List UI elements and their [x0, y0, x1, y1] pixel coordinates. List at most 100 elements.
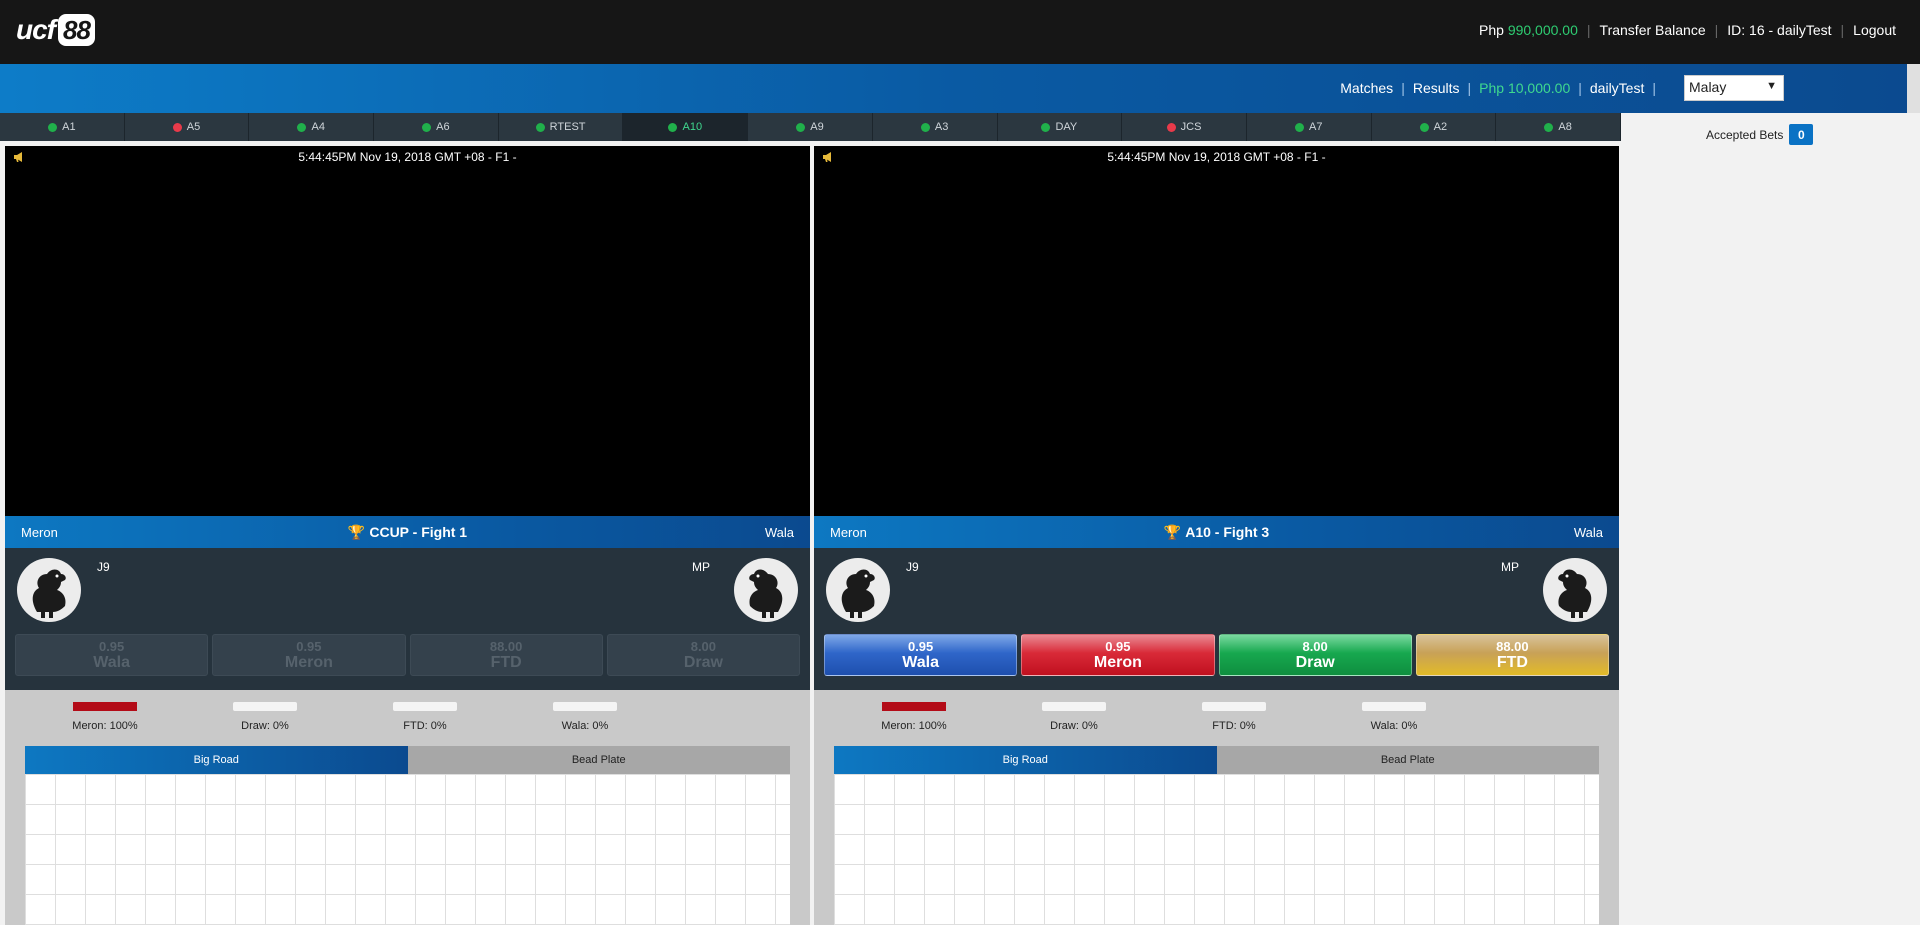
fighters-area: J9 MP 0.95 Wala 0.95 Meron 8.00 Draw 88.00 FTD — [814, 548, 1619, 690]
accepted-bets-count[interactable]: 0 — [1789, 124, 1814, 145]
stat-item: FTD: 0% — [1159, 702, 1309, 732]
meron-fighter-name: J9 — [906, 560, 919, 574]
fight-header: Meron 🏆 CCUP - Fight 1 Wala — [5, 516, 810, 548]
language-value: Malay — [1689, 79, 1727, 95]
balance-amount: 990,000.00 — [1507, 22, 1578, 38]
divider: | — [1578, 80, 1582, 96]
transfer-balance-link[interactable]: Transfer Balance — [1600, 22, 1706, 38]
fight-panel: 5:44:45PM Nov 19, 2018 GMT +08 - F1 - Me… — [5, 146, 810, 925]
bet-odds: 0.95 — [907, 638, 934, 654]
arena-tab-a3[interactable]: A3 — [873, 113, 998, 141]
bet-odds: 0.95 — [296, 638, 322, 654]
bet-draw-button[interactable]: 8.00 Draw — [606, 634, 800, 676]
arena-tab-day[interactable]: DAY — [998, 113, 1123, 141]
bet-odds: 0.95 — [98, 638, 125, 654]
credit-balance: Php 10,000.00 — [1479, 80, 1571, 96]
logo-number: 88 — [58, 14, 95, 46]
matches-link[interactable]: Matches — [1340, 80, 1393, 96]
rooster-avatar-icon — [17, 558, 81, 622]
fight-title-text: CCUP - Fight 1 — [369, 524, 468, 540]
fight-header: Meron 🏆 A10 - Fight 3 Wala — [814, 516, 1619, 548]
fight-title: 🏆 CCUP - Fight 1 — [5, 524, 810, 541]
logo-text: ucf — [16, 14, 56, 45]
page-scrollbar[interactable] — [1907, 64, 1920, 113]
arena-tab-jcs[interactable]: JCS — [1122, 113, 1247, 141]
tab-big-road[interactable]: Big Road — [25, 746, 408, 774]
wala-fighter-name: MP — [692, 560, 710, 574]
divider: | — [1467, 80, 1472, 96]
bet-label: Draw — [683, 653, 723, 671]
arena-tab-label: RTEST — [549, 121, 586, 133]
tab-bead-plate[interactable]: Bead Plate — [407, 746, 790, 774]
brand-logo[interactable]: ucf 88 — [16, 12, 95, 48]
arena-tab-a8[interactable]: A8 — [1496, 113, 1621, 141]
stat-item: FTD: 0% — [350, 702, 500, 732]
bet-meron-button[interactable]: 0.95 Meron — [212, 634, 406, 676]
bet-ftd-button[interactable]: 88.00 FTD — [1415, 634, 1609, 676]
results-link[interactable]: Results — [1413, 80, 1460, 96]
logout-link[interactable]: Logout — [1853, 22, 1896, 38]
bet-meron-button[interactable]: 0.95 Meron — [1021, 634, 1215, 676]
stat-label: Wala: 0% — [561, 720, 609, 732]
arena-tab-label: A1 — [62, 121, 76, 133]
tab-big-road[interactable]: Big Road — [834, 746, 1217, 774]
bet-odds: 0.95 — [1105, 638, 1131, 654]
arena-tab-a5[interactable]: A5 — [125, 113, 250, 141]
stream-timestamp: 5:44:45PM Nov 19, 2018 GMT +08 - F1 - — [1107, 150, 1326, 164]
arena-tab-a10[interactable]: A10 — [623, 113, 749, 141]
stat-bar — [233, 702, 297, 711]
user-id: ID: 16 - dailyTest — [1727, 22, 1832, 38]
rooster-avatar-icon — [1543, 558, 1607, 622]
arena-tab-a9[interactable]: A9 — [748, 113, 873, 141]
arena-tab-a1[interactable]: A1 — [0, 113, 125, 141]
divider: | — [1840, 22, 1845, 38]
divider: | — [1586, 22, 1591, 38]
stats-area: Meron: 100% Draw: 0% FTD: 0% Wala: 0% Big R… — [5, 690, 810, 925]
arena-tab-a6[interactable]: A6 — [374, 113, 499, 141]
status-dot-icon — [48, 122, 58, 132]
arena-tab-a2[interactable]: A2 — [1372, 113, 1497, 141]
video-stream[interactable]: 5:44:45PM Nov 19, 2018 GMT +08 - F1 - — [814, 146, 1619, 516]
fight-panel: 5:44:45PM Nov 19, 2018 GMT +08 - F1 - Me… — [814, 146, 1619, 925]
fighters-area: J9 MP 0.95 Wala 0.95 Meron 88.00 FTD 8.00 Draw — [5, 548, 810, 690]
stat-bar — [1362, 702, 1426, 711]
bet-odds: 88.00 — [1496, 638, 1529, 654]
top-bar: ucf 88 Php 990,000.00 | Transfer Balance … — [0, 0, 1920, 64]
balance-currency: Php — [1479, 22, 1504, 38]
tab-bead-plate[interactable]: Bead Plate — [1216, 746, 1599, 774]
status-dot-icon — [796, 122, 806, 132]
stat-bar — [1042, 702, 1106, 711]
username[interactable]: dailyTest — [1590, 80, 1644, 96]
bet-ftd-button[interactable]: 88.00 FTD — [409, 634, 603, 676]
stat-item: Wala: 0% — [1319, 702, 1469, 732]
road-tabs: Big Road Bead Plate — [25, 746, 790, 774]
trophy-icon: 🏆 — [1163, 524, 1182, 540]
arena-tab-label: A7 — [1308, 121, 1323, 133]
video-stream[interactable]: 5:44:45PM Nov 19, 2018 GMT +08 - F1 - — [5, 146, 810, 516]
status-dot-icon — [172, 122, 182, 132]
status-dot-icon — [422, 122, 432, 132]
stat-label: Meron: 100% — [881, 720, 947, 732]
stat-bar — [393, 702, 457, 711]
arena-tab-rtest[interactable]: RTEST — [499, 113, 624, 141]
stat-item: Draw: 0% — [190, 702, 340, 732]
stream-timestamp: 5:44:45PM Nov 19, 2018 GMT +08 - F1 - — [298, 150, 517, 164]
bet-odds: 8.00 — [690, 638, 717, 654]
language-select[interactable]: Malay ▼ — [1684, 75, 1784, 101]
status-dot-icon — [1166, 122, 1176, 132]
bet-wala-button[interactable]: 0.95 Wala — [15, 634, 209, 676]
arena-tab-label: A8 — [1558, 121, 1572, 133]
bet-draw-button[interactable]: 8.00 Draw — [1218, 634, 1412, 676]
bet-label: Draw — [1295, 653, 1335, 671]
bet-wala-button[interactable]: 0.95 Wala — [824, 634, 1018, 676]
status-dot-icon — [1041, 122, 1051, 132]
bet-buttons: 0.95 Wala 0.95 Meron 88.00 FTD 8.00 Draw — [15, 634, 800, 676]
bet-label: FTD — [1496, 653, 1528, 671]
stat-bar — [882, 702, 946, 711]
arena-tab-a7[interactable]: A7 — [1247, 113, 1372, 141]
stat-label: Draw: 0% — [241, 720, 289, 732]
stat-item: Meron: 100% — [30, 702, 180, 732]
bet-label: Meron — [1093, 653, 1142, 671]
arena-tab-a4[interactable]: A4 — [249, 113, 375, 141]
bet-odds: 8.00 — [1302, 638, 1328, 654]
